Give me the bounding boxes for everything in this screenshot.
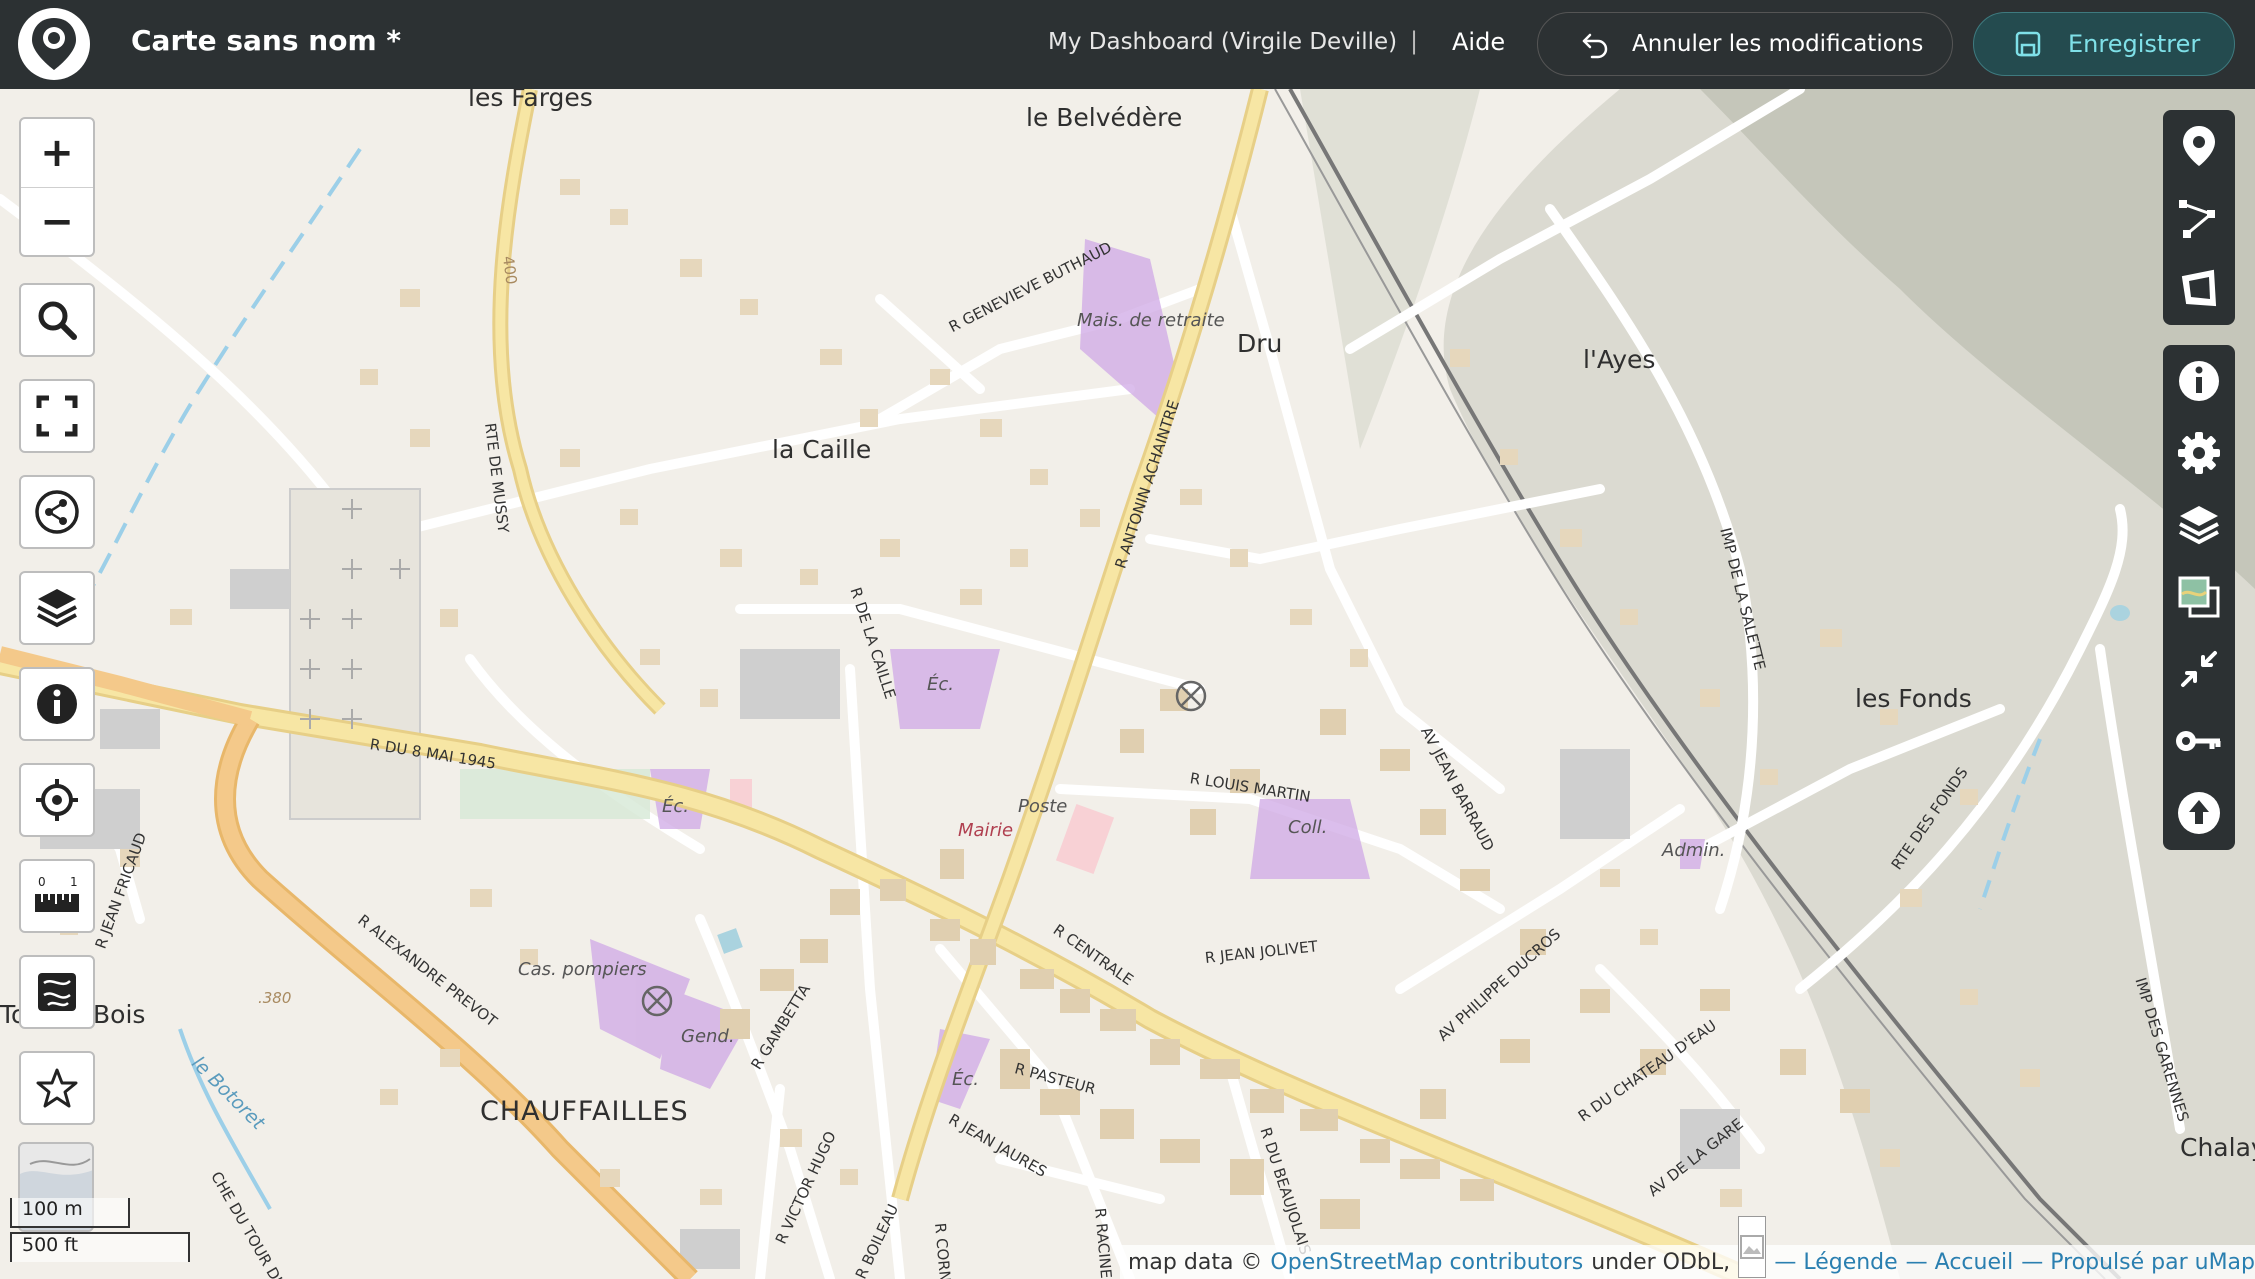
draw-line-button[interactable] — [2163, 182, 2235, 254]
save-label: Enregistrer — [2068, 30, 2201, 58]
fullscreen-button[interactable] — [19, 379, 95, 453]
elevation-label-380: .380 — [258, 989, 292, 1007]
help-link[interactable]: Aide — [1452, 28, 1505, 56]
place-label-bois: Bois — [93, 1000, 146, 1029]
svg-text:0: 0 — [38, 875, 46, 889]
home-link[interactable]: — Accueil — [1906, 1250, 2014, 1275]
change-tilelayer-button[interactable] — [2163, 561, 2235, 633]
poi-label-poste: Poste — [1018, 796, 1068, 817]
place-label-chalay: Chalay — [2180, 1133, 2255, 1162]
poi-label-college: Coll. — [1288, 817, 1328, 838]
key-icon — [2176, 731, 2221, 751]
locate-button[interactable] — [19, 763, 95, 837]
place-label-ayes: l'Ayes — [1583, 345, 1656, 374]
layers-icon — [37, 589, 77, 628]
poi-label-retraite: Mais. de retraite — [1077, 310, 1225, 331]
attribution-prefix: map data © — [1128, 1249, 1263, 1275]
draw-marker-button[interactable] — [2163, 110, 2235, 182]
zoom-out-button[interactable]: − — [21, 187, 93, 255]
star-icon — [36, 1068, 78, 1108]
elevation-label-400: 400 — [499, 254, 521, 286]
layers-button[interactable] — [19, 571, 95, 645]
edit-map-info-button[interactable] — [2163, 345, 2235, 417]
share-icon — [35, 490, 79, 534]
place-label-la-caille: la Caille — [772, 435, 872, 464]
osm-link[interactable]: OpenStreetMap contributors — [1270, 1250, 1583, 1275]
measure-button[interactable]: 0 1 — [19, 859, 95, 933]
share-button[interactable] — [19, 475, 95, 549]
info-icon — [2179, 361, 2219, 401]
header-separator: | — [1410, 27, 1419, 55]
poi-label-ecole-3: Éc. — [952, 1069, 979, 1090]
zoom-in-button[interactable]: + — [21, 119, 93, 187]
marker-icon — [2183, 126, 2215, 166]
layers-icon — [2179, 506, 2219, 545]
caption-image-placeholder[interactable] — [1738, 1216, 1767, 1278]
place-label-chauffailles: CHAUFFAILLES — [480, 1096, 689, 1127]
poi-label-admin: Admin. — [1662, 840, 1726, 861]
powered-by-link[interactable]: — Propulsé par uMap — [2021, 1250, 2255, 1275]
upload-icon — [2178, 792, 2220, 834]
undo-icon — [1582, 33, 1608, 59]
tilelayer-icon — [2178, 576, 2220, 618]
search-button[interactable] — [19, 283, 95, 357]
save-icon — [2015, 31, 2041, 57]
scale-metric: 100 m — [10, 1198, 130, 1228]
poi-label-mairie: Mairie — [958, 820, 1014, 841]
poi-label-gendarmerie: Gend. — [681, 1026, 735, 1047]
license-text: under ODbL, — [1591, 1249, 1731, 1275]
map-canvas[interactable]: les Farges le Belvédère Dru l'Ayes la Ca… — [0, 89, 2255, 1279]
compress-arrows-icon — [2181, 651, 2217, 687]
poi-label-pompiers: Cas. pompiers — [518, 959, 647, 980]
zoom-control: + − — [19, 117, 95, 257]
cancel-changes-button[interactable]: Annuler les modifications — [1537, 12, 1953, 76]
favorite-button[interactable] — [19, 1051, 95, 1125]
polyline-icon — [2179, 200, 2215, 238]
edit-in-osm-button[interactable] — [19, 955, 95, 1029]
permissions-button[interactable] — [2163, 705, 2235, 777]
cancel-changes-label: Annuler les modifications — [1632, 31, 1924, 57]
map-title[interactable]: Carte sans nom * — [131, 24, 401, 57]
gear-icon — [2178, 432, 2220, 474]
dashboard-link[interactable]: My Dashboard (Virgile Deville) — [1048, 29, 1397, 55]
manage-layers-button[interactable] — [2163, 489, 2235, 561]
poi-label-ecole-1: Éc. — [927, 674, 954, 695]
map-pin-logo-icon — [32, 18, 76, 70]
save-button[interactable]: Enregistrer — [1973, 12, 2235, 76]
legend-link[interactable]: — Légende — [1774, 1250, 1897, 1275]
attribution-bar: map data © OpenStreetMap contributors un… — [1120, 1216, 2255, 1279]
umap-logo[interactable] — [18, 8, 90, 80]
fullscreen-icon — [36, 395, 78, 437]
map-edit-icon — [38, 973, 76, 1011]
top-toolbar: Carte sans nom * My Dashboard (Virgile D… — [0, 0, 2255, 89]
draw-toolbar — [2163, 110, 2235, 325]
info-button[interactable] — [19, 667, 95, 741]
map-settings-button[interactable] — [2163, 417, 2235, 489]
ruler-icon: 0 1 — [35, 875, 79, 912]
search-icon — [38, 301, 77, 340]
import-data-button[interactable] — [2163, 777, 2235, 849]
polygon-icon — [2181, 269, 2217, 307]
place-label-dru: Dru — [1237, 329, 1283, 358]
image-icon — [1740, 1235, 1765, 1259]
poi-label-ecole-2: Éc. — [662, 796, 689, 817]
place-label-belvedere: le Belvédère — [1026, 103, 1183, 132]
center-zoom-button[interactable] — [2163, 633, 2235, 705]
crosshair-icon — [36, 779, 78, 821]
info-icon — [37, 684, 77, 724]
settings-toolbar — [2163, 345, 2235, 850]
place-label-les-farges: les Farges — [468, 89, 593, 112]
draw-polygon-button[interactable] — [2163, 253, 2235, 325]
scale-imperial: 500 ft — [10, 1232, 190, 1262]
place-label-les-fonds: les Fonds — [1855, 684, 1972, 713]
svg-text:1: 1 — [70, 875, 78, 889]
